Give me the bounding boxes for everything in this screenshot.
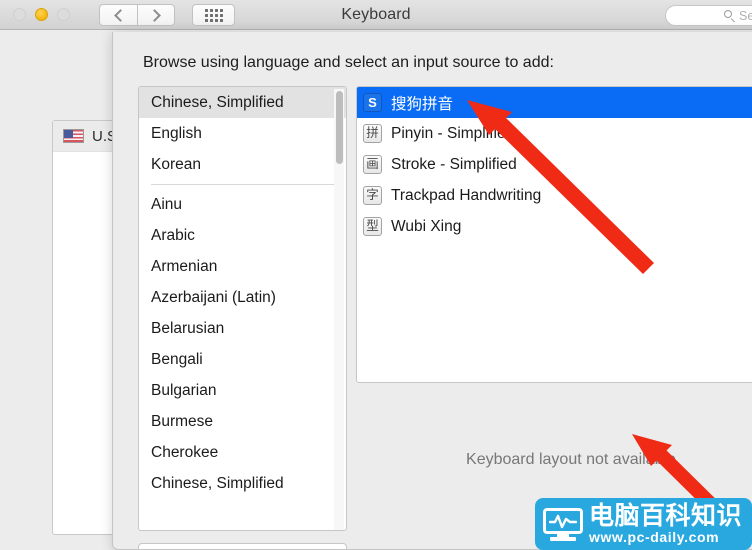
monitor-waveform-icon: [543, 508, 583, 541]
language-item-label: Burmese: [151, 413, 214, 430]
trackpad-handwriting-icon: 字: [363, 186, 382, 205]
language-item-label: Arabic: [151, 227, 195, 244]
language-item-bengali[interactable]: Bengali: [139, 344, 346, 375]
language-item-label: Armenian: [151, 258, 218, 275]
language-search-input[interactable]: Search: [138, 543, 347, 549]
language-list-scrollbar[interactable]: [334, 89, 344, 530]
input-source-label: Pinyin - Simplified: [391, 124, 515, 142]
language-item-label: Cherokee: [151, 444, 219, 461]
input-source-item-sogou[interactable]: S 搜狗拼音: [357, 87, 752, 118]
language-list: Chinese, Simplified English Korean Ainu …: [139, 87, 346, 499]
language-item-bulgarian[interactable]: Bulgarian: [139, 375, 346, 406]
language-item-armenian[interactable]: Armenian: [139, 251, 346, 282]
input-source-list[interactable]: S 搜狗拼音 拼 Pinyin - Simplified 画 Stroke - …: [356, 86, 752, 383]
language-item-cherokee[interactable]: Cherokee: [139, 437, 346, 468]
language-item-label: Azerbaijani (Latin): [151, 289, 276, 306]
watermark-url: www.pc-daily.com: [589, 528, 720, 545]
language-item-belarusian[interactable]: Belarusian: [139, 313, 346, 344]
language-item-label: Ainu: [151, 196, 183, 213]
input-source-label: Wubi Xing: [391, 217, 462, 235]
preferences-search-placeholder: Search: [739, 8, 752, 23]
language-item-ainu[interactable]: Ainu: [139, 189, 346, 220]
language-item-azerbaijani-latin[interactable]: Azerbaijani (Latin): [139, 282, 346, 313]
language-list-panel[interactable]: Chinese, Simplified English Korean Ainu …: [138, 86, 347, 531]
input-source-item-trackpad-handwriting[interactable]: 字 Trackpad Handwriting: [357, 180, 752, 211]
language-item-korean[interactable]: Korean: [139, 149, 346, 180]
language-item-label: Bulgarian: [151, 382, 217, 399]
language-item-label: Bengali: [151, 351, 203, 368]
watermark-title: 电脑百科知识: [589, 500, 743, 530]
window-titlebar: Keyboard Search: [0, 0, 752, 30]
search-icon: [724, 10, 735, 22]
input-source-label: Trackpad Handwriting: [391, 186, 542, 204]
language-item-label: Belarusian: [151, 320, 225, 337]
input-source-item-stroke-simplified[interactable]: 画 Stroke - Simplified: [357, 149, 752, 180]
screen-root: U.S. Keyboard Se Browse using language a…: [0, 0, 752, 550]
input-source-label: Stroke - Simplified: [391, 155, 517, 173]
add-input-source-sheet: Browse using language and select an inpu…: [112, 32, 752, 550]
wubi-xing-icon: 型: [363, 217, 382, 236]
language-list-divider: [151, 184, 334, 185]
pinyin-icon: 拼: [363, 124, 382, 143]
language-item-burmese[interactable]: Burmese: [139, 406, 346, 437]
language-item-chinese-simplified-recent[interactable]: Chinese, Simplified: [139, 87, 346, 118]
watermark-text: 电脑百科知识 www.pc-daily.com: [589, 500, 743, 546]
stroke-icon: 画: [363, 155, 382, 174]
language-item-label: Chinese, Simplified: [151, 94, 284, 111]
input-source-label: 搜狗拼音: [391, 95, 454, 113]
input-source-item-wubi-xing[interactable]: 型 Wubi Xing: [357, 211, 752, 242]
us-flag-icon: [63, 129, 84, 143]
language-item-chinese-simplified[interactable]: Chinese, Simplified: [139, 468, 346, 499]
language-item-label: English: [151, 125, 202, 142]
language-item-english[interactable]: English: [139, 118, 346, 149]
language-item-label: Chinese, Simplified: [151, 475, 284, 492]
watermark-badge: 电脑百科知识 www.pc-daily.com: [535, 498, 752, 550]
preferences-search-field[interactable]: Search: [665, 5, 752, 26]
language-item-label: Korean: [151, 156, 201, 173]
language-item-arabic[interactable]: Arabic: [139, 220, 346, 251]
page-title: Keyboard: [341, 6, 411, 23]
input-source-item-pinyin-simplified[interactable]: 拼 Pinyin - Simplified: [357, 118, 752, 149]
sheet-prompt-label: Browse using language and select an inpu…: [143, 54, 554, 71]
sogou-pinyin-icon: S: [363, 93, 382, 112]
scrollbar-thumb[interactable]: [335, 91, 343, 164]
